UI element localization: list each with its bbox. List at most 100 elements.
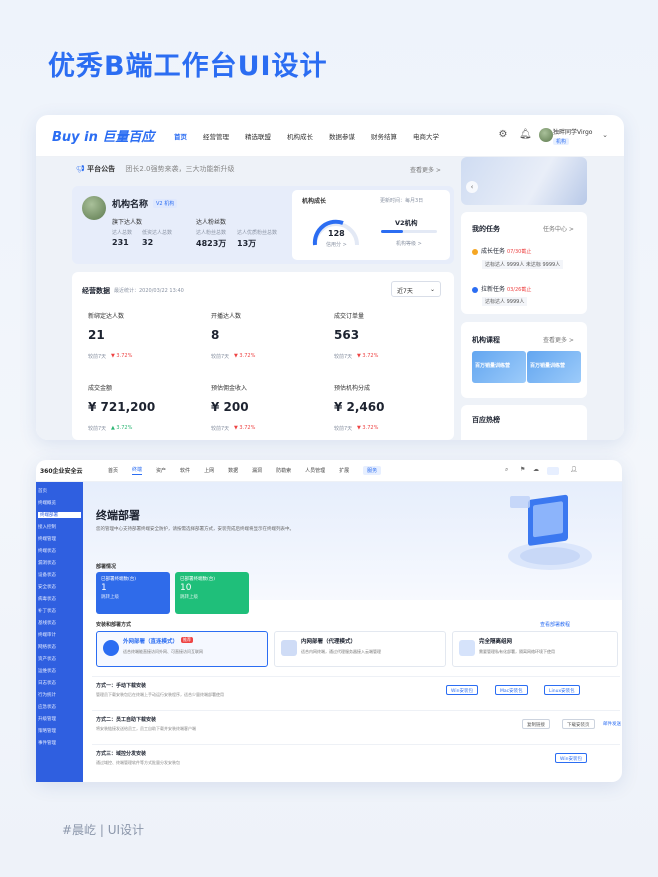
metric-value: ¥ 2,460 bbox=[334, 400, 385, 414]
logo[interactable]: Buy in 巨量百应 bbox=[52, 126, 156, 145]
sidebar2-item[interactable]: 日志状态 bbox=[38, 680, 81, 686]
level-link[interactable]: 机构等级 > bbox=[396, 240, 422, 247]
task-item[interactable]: 成长任务 07/30截止 bbox=[472, 246, 531, 255]
stat-value: 10 bbox=[180, 583, 192, 593]
sidebar2-item[interactable]: 策略管理 bbox=[38, 728, 81, 734]
sidebar2-item[interactable]: 行为统计 bbox=[38, 692, 81, 698]
nav-item-data[interactable]: 数据参谋 bbox=[329, 131, 355, 141]
sidebar2-item[interactable]: 终端管理 bbox=[38, 536, 81, 542]
course-card[interactable]: 百万销量训练营 bbox=[527, 351, 581, 383]
nav-item-alliance[interactable]: 精选联盟 bbox=[245, 131, 271, 141]
org-name: 机构名称 bbox=[112, 200, 149, 210]
sidebar2-item[interactable]: 病毒状态 bbox=[38, 596, 81, 602]
stat-card[interactable]: 已部署终端数(台) 10 跳转上级 bbox=[175, 572, 249, 614]
divider bbox=[92, 744, 620, 745]
metric-value: ¥ 721,200 bbox=[88, 400, 156, 414]
sidebar2-item[interactable]: 安全状态 bbox=[38, 584, 81, 590]
method-title: 方式一：手动下载安装 bbox=[96, 683, 147, 689]
sidebar2-item[interactable]: 接入控制 bbox=[38, 524, 81, 530]
deploy-option-proxy[interactable]: 内网部署（代理模式） 适合内网终端，通过代理服务器接入云端管理 bbox=[274, 631, 446, 667]
credit-link[interactable]: 信用分 > bbox=[326, 241, 347, 248]
nav2-item[interactable]: 人员管理 bbox=[305, 467, 325, 474]
sidebar2-item[interactable]: 网络状态 bbox=[38, 644, 81, 650]
user-menu[interactable]: 独畔同学Virgo 机构 bbox=[553, 127, 592, 145]
download-linux-button[interactable]: Linux安装包 bbox=[544, 685, 580, 695]
deploy-option-isolated[interactable]: 完全隔离组网 需要管理私有化部署，隔离网络环境下使用 bbox=[452, 631, 618, 667]
search-icon[interactable]: ⌕ bbox=[505, 466, 508, 474]
deploy-option-direct[interactable]: 外网部署（直连模式） 推荐 适合终端能直接访问外网、可直接访问互联网 bbox=[96, 631, 268, 667]
section-link[interactable]: 查看部署教程 bbox=[540, 621, 570, 628]
nav2-item-active[interactable]: 终端 bbox=[132, 466, 143, 475]
nav-item-college[interactable]: 电商大学 bbox=[413, 131, 439, 141]
course-card[interactable]: 百万销量训练营 bbox=[472, 351, 526, 383]
download-page-button[interactable]: 下载安装页 bbox=[562, 719, 595, 729]
sidebar2-item[interactable]: 事件管理 bbox=[38, 740, 81, 746]
sidebar2-item[interactable]: 终端状态 bbox=[38, 548, 81, 554]
nav2-item[interactable]: 防勒索 bbox=[276, 467, 291, 474]
sidebar2-item-active[interactable]: 终端部署 bbox=[38, 512, 81, 518]
sidebar2-item[interactable]: 资产状态 bbox=[38, 656, 81, 662]
sidebar2-item[interactable]: 漏洞状态 bbox=[38, 560, 81, 566]
download-mac-button[interactable]: Mac安装包 bbox=[495, 685, 528, 695]
settings-icon[interactable]: ⚙ bbox=[497, 129, 509, 141]
chevron-down-icon[interactable]: ⌄ bbox=[599, 129, 611, 141]
announcement[interactable]: 📢︎ 平台公告 团长2.0强势来袭，三大功能新升级 bbox=[76, 164, 235, 174]
sidebar2-item[interactable]: 基线状态 bbox=[38, 620, 81, 626]
upgrade-badge[interactable] bbox=[547, 467, 559, 475]
metric-label: 预估机构分成 bbox=[334, 385, 371, 392]
nav-item-home[interactable]: 首页 bbox=[174, 131, 187, 141]
bell-icon[interactable]: 🔔︎ bbox=[519, 129, 532, 141]
stat-card[interactable]: 已部署终端数(台) 1 跳转上级 bbox=[96, 572, 170, 614]
nav2-service[interactable]: 服务 bbox=[363, 466, 382, 475]
download-win-button[interactable]: Win安装包 bbox=[446, 685, 478, 695]
divider bbox=[92, 710, 620, 711]
nav2-item[interactable]: 软件 bbox=[180, 467, 190, 474]
sidebar2-item[interactable]: 设备状态 bbox=[38, 572, 81, 578]
cloud-icon[interactable]: ☁ bbox=[533, 466, 539, 473]
chevron-left-icon[interactable]: ‹ bbox=[466, 181, 478, 193]
task-center-link[interactable]: 任务中心 > bbox=[543, 224, 574, 233]
flag-icon[interactable]: ⚑ bbox=[520, 466, 525, 473]
nav2-item[interactable]: 数据 bbox=[228, 467, 238, 474]
talent-label-total: 达人总数 bbox=[112, 230, 133, 236]
divider bbox=[92, 676, 620, 677]
task-dot-icon bbox=[472, 286, 478, 293]
course-name: 百万销量训练营 bbox=[475, 363, 511, 369]
sidebar2-item[interactable]: 升级管理 bbox=[38, 716, 81, 722]
avatar[interactable] bbox=[539, 128, 553, 142]
nav-item-operation[interactable]: 经营管理 bbox=[203, 131, 229, 141]
announce-more-link[interactable]: 查看更多 > bbox=[410, 165, 441, 174]
nav-item-growth[interactable]: 机构成长 bbox=[287, 131, 313, 141]
metric-cmp: 较前7天 bbox=[88, 426, 107, 432]
copy-link-button[interactable]: 复制链接 bbox=[522, 719, 550, 729]
range-select[interactable]: 近7天 ⌄ bbox=[391, 281, 441, 297]
sidebar2-item[interactable]: 运维状态 bbox=[38, 668, 81, 674]
download-win-button[interactable]: Win安装包 bbox=[555, 753, 587, 763]
course-name: 百万销量训练营 bbox=[530, 363, 566, 369]
sidebar2-item[interactable]: 终端审计 bbox=[38, 632, 81, 638]
nav2-item[interactable]: 资产 bbox=[156, 467, 166, 474]
user-icon[interactable]: 👤︎ bbox=[570, 466, 578, 473]
task-item[interactable]: 拉新任务 03/26截止 bbox=[472, 284, 531, 293]
nav2-item[interactable]: 扩展 bbox=[339, 467, 349, 474]
method-desc: 通过域控、终端管理软件等方式批量分发安装包 bbox=[96, 760, 180, 765]
sidebar2-item[interactable]: 终端概览 bbox=[38, 500, 81, 506]
org-avatar bbox=[82, 196, 106, 220]
sidebar2-item[interactable]: 补丁状态 bbox=[38, 608, 81, 614]
top-nav: Buy in 巨量百应 首页 经营管理 精选联盟 机构成长 数据参谋 财务结算 … bbox=[36, 115, 624, 157]
email-send-link[interactable]: 邮件发送 bbox=[603, 721, 621, 727]
nav2-item[interactable]: 首页 bbox=[108, 467, 118, 474]
nav-item-finance[interactable]: 财务结算 bbox=[371, 131, 397, 141]
logo-2[interactable]: 360企业安全云 bbox=[40, 466, 98, 475]
sidebar2-item[interactable]: 应急状态 bbox=[38, 704, 81, 710]
nav2-item[interactable]: 上网 bbox=[204, 467, 214, 474]
metric-delta: ▼ 3.72% bbox=[357, 425, 379, 431]
metric-label: 新绑定达人数 bbox=[88, 313, 125, 320]
sidebar2-item[interactable]: 首页 bbox=[38, 488, 81, 494]
metric-cmp: 较前7天 bbox=[211, 354, 230, 360]
nav2-item[interactable]: 漏洞 bbox=[252, 467, 262, 474]
course-more-link[interactable]: 查看更多 > bbox=[543, 335, 574, 344]
banner-image[interactable] bbox=[461, 157, 587, 205]
method-title: 方式三：域控分发安装 bbox=[96, 751, 147, 757]
stat-sub: 跳转上级 bbox=[180, 595, 198, 600]
